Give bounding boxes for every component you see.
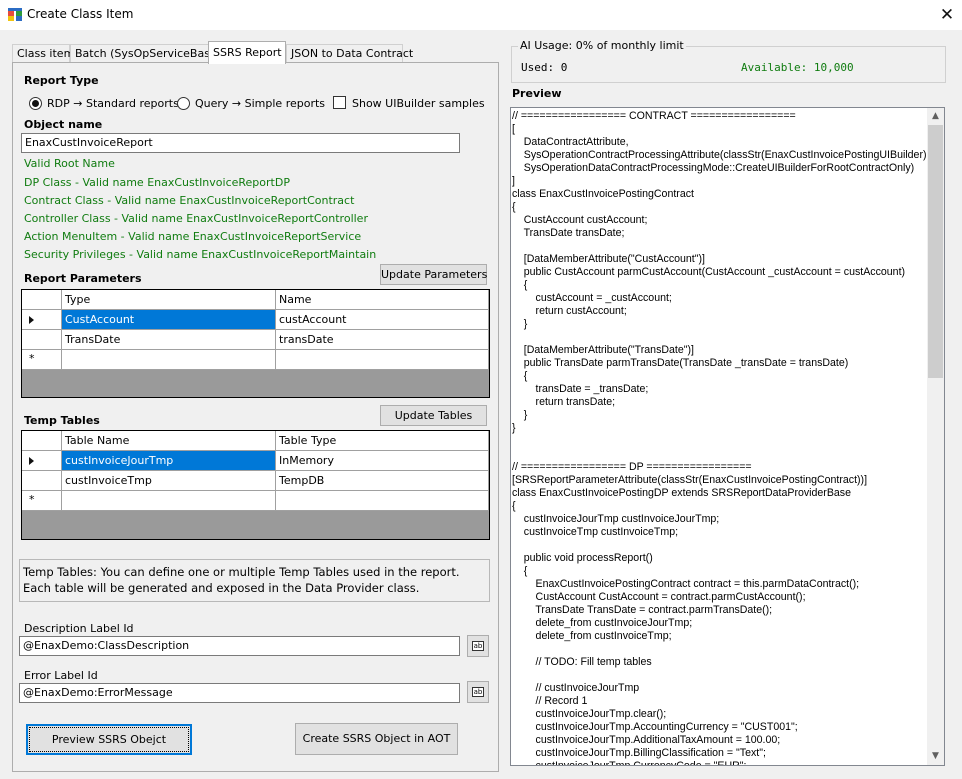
new-table-name-cell[interactable] [62, 491, 276, 511]
rdp-radio-label[interactable]: RDP → Standard reports [47, 97, 179, 110]
temp-tables-info: Temp Tables: You can define one or multi… [19, 559, 490, 602]
title-bar [0, 0, 962, 30]
tab-json-contract[interactable]: JSON to Data Contract [286, 44, 413, 63]
param-name-cell[interactable]: transDate [276, 330, 489, 350]
row-header[interactable] [22, 451, 62, 471]
temp-tables-grid: Table Name Table Type custInvoiceJourTmp… [21, 430, 490, 540]
new-row[interactable]: * [22, 491, 489, 511]
close-icon[interactable]: ✕ [936, 4, 958, 26]
header-corner [22, 431, 62, 451]
ai-usage-used: Used: 0 [521, 61, 568, 74]
param-type-cell[interactable]: CustAccount [62, 310, 276, 330]
column-header-table-type[interactable]: Table Type [276, 431, 489, 451]
param-type-cell[interactable]: TransDate [62, 330, 276, 350]
current-row-arrow-icon [29, 457, 34, 465]
grid-header-row: Type Name [22, 290, 489, 310]
row-header[interactable]: * [22, 491, 62, 511]
table-name-cell[interactable]: custInvoiceTmp [62, 471, 276, 491]
error-label-caption: Error Label Id [24, 669, 98, 682]
ai-usage-available: Available: 10,000 [741, 61, 854, 74]
scroll-up-icon[interactable]: ▲ [927, 108, 944, 125]
preview-scrollbar[interactable]: ▲ ▼ [927, 108, 944, 765]
validation-security-privileges: Security Privileges - Valid name EnaxCus… [24, 248, 377, 261]
tab-class-item[interactable]: Class item [12, 44, 74, 63]
validation-controller-class: Controller Class - Valid name EnaxCustIn… [24, 212, 368, 225]
preview-heading: Preview [512, 87, 562, 100]
temp-tables-heading: Temp Tables [24, 414, 100, 427]
validation-contract-class: Contract Class - Valid name EnaxCustInvo… [24, 194, 355, 207]
table-row[interactable]: TransDate transDate [22, 330, 489, 350]
scroll-thumb[interactable] [928, 125, 943, 378]
report-type-heading: Report Type [24, 74, 99, 87]
table-type-cell[interactable]: InMemory [276, 451, 489, 471]
report-parameters-heading: Report Parameters [24, 272, 142, 285]
row-header[interactable] [22, 310, 62, 330]
description-label-caption: Description Label Id [24, 622, 134, 635]
app-icon [8, 8, 22, 21]
ai-usage-title: AI Usage: 0% of monthly limit [518, 39, 686, 52]
table-type-cell[interactable]: TempDB [276, 471, 489, 491]
table-name-cell[interactable]: custInvoiceJourTmp [62, 451, 276, 471]
new-table-type-cell[interactable] [276, 491, 489, 511]
validation-action-menuitem: Action MenuItem - Valid name EnaxCustInv… [24, 230, 362, 243]
label-lookup-icon: ab [472, 687, 484, 697]
new-row-star-icon: * [29, 493, 35, 506]
row-header[interactable] [22, 471, 62, 491]
report-parameters-grid: Type Name CustAccount custAccount TransD… [21, 289, 490, 398]
column-header-table-name[interactable]: Table Name [62, 431, 276, 451]
table-row[interactable]: CustAccount custAccount [22, 310, 489, 330]
column-header-name[interactable]: Name [276, 290, 489, 310]
row-header[interactable]: * [22, 350, 62, 370]
description-label-lookup-button[interactable]: ab [467, 635, 489, 657]
object-name-input[interactable]: EnaxCustInvoiceReport [21, 133, 460, 153]
create-ssrs-button[interactable]: Create SSRS Object in AOT [295, 723, 458, 755]
error-label-lookup-button[interactable]: ab [467, 681, 489, 703]
update-tables-button[interactable]: Update Tables [380, 405, 487, 426]
validation-dp-class: DP Class - Valid name EnaxCustInvoiceRep… [24, 176, 290, 189]
rdp-radio[interactable] [29, 97, 42, 110]
column-header-type[interactable]: Type [62, 290, 276, 310]
param-name-cell[interactable]: custAccount [276, 310, 489, 330]
row-header[interactable] [22, 330, 62, 350]
new-row[interactable]: * [22, 350, 489, 370]
table-row[interactable]: custInvoiceJourTmp InMemory [22, 451, 489, 471]
error-label-input[interactable]: @EnaxDemo:ErrorMessage [19, 683, 460, 703]
preview-ssrs-button[interactable]: Preview SSRS Obejct [26, 724, 192, 755]
window-title: Create Class Item [27, 7, 134, 21]
preview-code-box[interactable]: // ================= CONTRACT ==========… [510, 107, 945, 766]
preview-code[interactable]: // ================= CONTRACT ==========… [512, 110, 929, 765]
new-type-cell[interactable] [62, 350, 276, 370]
focus-rectangle [29, 727, 189, 752]
query-radio[interactable] [177, 97, 190, 110]
scroll-down-icon[interactable]: ▼ [927, 748, 944, 765]
show-uibuilder-label[interactable]: Show UIBuilder samples [352, 97, 485, 110]
validation-root-name: Valid Root Name [24, 157, 115, 170]
new-name-cell[interactable] [276, 350, 489, 370]
grid-header-row: Table Name Table Type [22, 431, 489, 451]
tab-ssrs-report[interactable]: SSRS Report [208, 41, 286, 64]
table-row[interactable]: custInvoiceTmp TempDB [22, 471, 489, 491]
description-label-input[interactable]: @EnaxDemo:ClassDescription [19, 636, 460, 656]
label-lookup-icon: ab [472, 641, 484, 651]
object-name-heading: Object name [24, 118, 103, 131]
query-radio-label[interactable]: Query → Simple reports [195, 97, 325, 110]
tab-batch[interactable]: Batch (SysOpServiceBase) [70, 44, 221, 63]
show-uibuilder-checkbox[interactable] [333, 96, 346, 109]
update-parameters-button[interactable]: Update Parameters [380, 264, 487, 285]
current-row-arrow-icon [29, 316, 34, 324]
header-corner [22, 290, 62, 310]
new-row-star-icon: * [29, 352, 35, 365]
